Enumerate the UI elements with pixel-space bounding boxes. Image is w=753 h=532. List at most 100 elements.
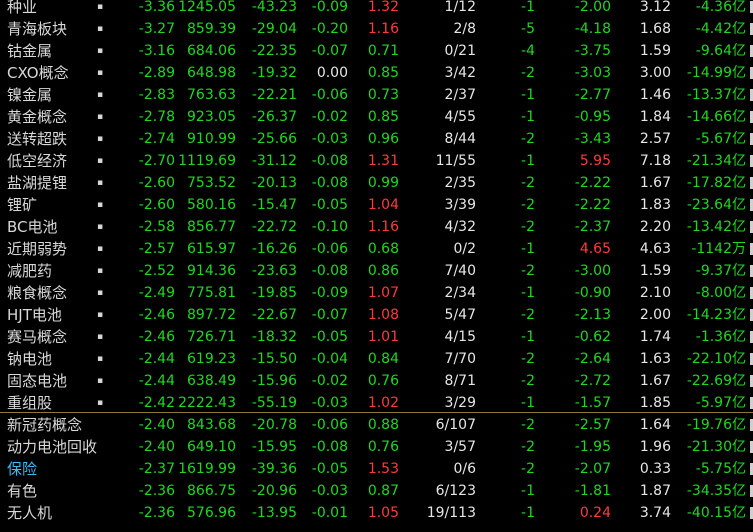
sector-name[interactable]: 赛马概念 bbox=[7, 326, 67, 348]
cell-up-down-count: 2/8 bbox=[453, 21, 476, 37]
sector-name[interactable]: 种业 bbox=[7, 0, 37, 18]
sector-name[interactable]: 固态电池 bbox=[7, 370, 67, 392]
table-row[interactable]: CXO概念 ▪ -2.89 648.98 -19.32 0.00 0.85 3/42 -2 -3.… bbox=[0, 62, 753, 84]
sector-name[interactable]: 动力电池回收 bbox=[7, 436, 97, 458]
sector-name[interactable]: 黄金概念 bbox=[7, 106, 67, 128]
cell-change-pct: -2.36 bbox=[138, 505, 175, 521]
sector-name[interactable]: 盐湖提锂 bbox=[7, 172, 67, 194]
cell-lead-change: -0.62 bbox=[574, 329, 611, 345]
cell-lead-rank: -2 bbox=[521, 461, 535, 477]
cell-lead-change: 5.95 bbox=[579, 153, 611, 169]
sector-name[interactable]: 近期弱势 bbox=[7, 238, 67, 260]
sector-name[interactable]: 青海板块 bbox=[7, 18, 67, 40]
table-row[interactable]: 黄金概念 ▪ -2.78 923.05 -26.37 -0.02 0.85 4/55 -1 -0.… bbox=[0, 106, 753, 128]
cell-change: -29.04 bbox=[251, 21, 297, 37]
table-row[interactable]: 赛马概念 ▪ -2.46 726.71 -18.32 -0.05 1.01 4/15 -1 -0.… bbox=[0, 326, 753, 348]
cell-price: 619.23 bbox=[187, 351, 236, 367]
sector-name[interactable]: 粮食概念 bbox=[7, 282, 67, 304]
cell-change-pct: -2.42 bbox=[138, 395, 175, 411]
cell-lead-change: -2.00 bbox=[574, 0, 611, 15]
sector-name[interactable]: 低空经济 bbox=[7, 150, 67, 172]
cell-net-inflow: -19.76亿 bbox=[686, 417, 746, 433]
table-row[interactable]: 粮食概念 ▪ -2.49 775.81 -19.85 -0.09 1.07 2/34 -1 -0.… bbox=[0, 282, 753, 304]
cell-change: -20.78 bbox=[251, 417, 297, 433]
table-row[interactable]: 钠电池 ▪ -2.44 619.23 -15.50 -0.04 0.84 7/70 -2 -2.6… bbox=[0, 348, 753, 370]
cell-turnover: 1.46 bbox=[639, 87, 671, 103]
cell-up-down-count: 2/37 bbox=[444, 87, 476, 103]
cell-lead-change: -2.64 bbox=[574, 351, 611, 367]
cell-turnover: 1.59 bbox=[639, 43, 671, 59]
table-row[interactable]: 钴金属 ▪ -3.16 684.06 -22.35 -0.07 0.71 0/21 -4 -3.7… bbox=[0, 40, 753, 62]
cell-change: -55.19 bbox=[251, 395, 297, 411]
row-marker-icon: ▪ bbox=[97, 222, 104, 232]
row-marker-icon: ▪ bbox=[97, 332, 104, 342]
cell-volume-ratio: 0.96 bbox=[367, 131, 399, 147]
cell-up-down-count: 7/70 bbox=[444, 351, 476, 367]
sector-name[interactable]: 无人机 bbox=[7, 502, 52, 524]
table-row[interactable]: 固态电池 ▪ -2.44 638.49 -15.96 -0.02 0.76 8/71 -2 -2.… bbox=[0, 370, 753, 392]
sector-name[interactable]: 钠电池 bbox=[7, 348, 52, 370]
cell-lead-change: -2.22 bbox=[574, 175, 611, 191]
table-row[interactable]: 送转超跌 ▪ -2.74 910.99 -25.66 -0.03 0.96 8/44 -2 -3.… bbox=[0, 128, 753, 150]
sector-name[interactable]: 保险 bbox=[7, 458, 37, 480]
cell-change: -16.26 bbox=[251, 241, 297, 257]
sector-name[interactable]: BC电池 bbox=[7, 216, 58, 238]
cell-lead-rank: -2 bbox=[521, 417, 535, 433]
sector-name[interactable]: 有色 bbox=[7, 480, 37, 502]
cell-speed: -0.09 bbox=[311, 285, 348, 301]
table-row[interactable]: 低空经济 ▪ -2.70 1119.69 -31.12 -0.08 1.31 11/55 -1 5… bbox=[0, 150, 753, 172]
cell-up-down-count: 6/123 bbox=[435, 483, 476, 499]
cell-volume-ratio: 0.84 bbox=[367, 351, 399, 367]
cell-lead-change: -1.81 bbox=[574, 483, 611, 499]
sector-name[interactable]: CXO概念 bbox=[7, 62, 69, 84]
cell-up-down-count: 3/57 bbox=[444, 439, 476, 455]
table-row[interactable]: 近期弱势 ▪ -2.57 615.97 -16.26 -0.06 0.68 0/2 -1 4.65… bbox=[0, 238, 753, 260]
sector-name[interactable]: 镍金属 bbox=[7, 84, 52, 106]
cell-turnover: 2.00 bbox=[639, 307, 671, 323]
cell-change: -43.23 bbox=[251, 0, 297, 15]
cell-speed: -0.08 bbox=[311, 263, 348, 279]
sector-name[interactable]: 钴金属 bbox=[7, 40, 52, 62]
sector-name[interactable]: HJT电池 bbox=[7, 304, 62, 326]
sector-name[interactable]: 锂矿 bbox=[7, 194, 37, 216]
cell-change: -15.50 bbox=[251, 351, 297, 367]
cell-lead-rank: -1 bbox=[521, 285, 535, 301]
cell-net-inflow: -8.00亿 bbox=[695, 285, 746, 301]
cell-net-inflow: -23.64亿 bbox=[686, 197, 746, 213]
cell-up-down-count: 8/71 bbox=[444, 373, 476, 389]
table-row[interactable]: 重组股 ▪ -2.42 2222.43 -55.19 -0.03 1.02 3/29 -1 -1.… bbox=[0, 392, 753, 414]
row-marker-icon: ▪ bbox=[97, 244, 104, 254]
table-row[interactable]: 盐湖提锂 ▪ -2.60 753.52 -20.13 -0.08 0.99 2/35 -2 -2.… bbox=[0, 172, 753, 194]
sector-name[interactable]: 减肥药 bbox=[7, 260, 52, 282]
cell-lead-rank: -2 bbox=[521, 219, 535, 235]
row-marker-icon: ▪ bbox=[97, 398, 104, 408]
sector-name[interactable]: 重组股 bbox=[7, 392, 52, 414]
table-row[interactable]: 减肥药 ▪ -2.52 914.36 -23.63 -0.08 0.86 7/40 -2 -3.0… bbox=[0, 260, 753, 282]
cell-volume-ratio: 1.16 bbox=[367, 21, 399, 37]
table-row[interactable]: 有色 -2.36 866.75 -20.96 -0.03 0.87 6/123 -1 -1.81… bbox=[0, 480, 753, 502]
sector-quote-table: 种业 ▪ -3.36 1245.05 -43.23 -0.09 1.32 1/12 -1 -2.0… bbox=[0, 0, 753, 532]
sector-name[interactable]: 送转超跌 bbox=[7, 128, 67, 150]
table-row[interactable]: 保险 -2.37 1619.99 -39.36 -0.05 1.53 0/6 -2 -2.07 0… bbox=[0, 458, 753, 480]
cell-lead-change: -2.77 bbox=[574, 87, 611, 103]
cell-volume-ratio: 0.76 bbox=[367, 373, 399, 389]
cell-turnover: 3.00 bbox=[639, 65, 671, 81]
cell-lead-change: -2.57 bbox=[574, 417, 611, 433]
table-row[interactable]: 无人机 -2.36 576.96 -13.95 -0.01 1.05 19/113 -1 0.2… bbox=[0, 502, 753, 524]
table-row[interactable]: HJT电池 ▪ -2.46 897.72 -22.67 -0.07 1.08 5/47 -2 -2… bbox=[0, 304, 753, 326]
table-row[interactable]: 青海板块 ▪ -3.27 859.39 -29.04 -0.20 1.16 2/8 -5 -4.1… bbox=[0, 18, 753, 40]
table-row[interactable]: 种业 ▪ -3.36 1245.05 -43.23 -0.09 1.32 1/12 -1 -2.0… bbox=[0, 0, 753, 18]
cell-up-down-count: 8/44 bbox=[444, 131, 476, 147]
cell-lead-rank: -2 bbox=[521, 197, 535, 213]
cell-volume-ratio: 1.05 bbox=[367, 505, 399, 521]
cell-volume-ratio: 0.88 bbox=[367, 417, 399, 433]
cell-net-inflow: -9.37亿 bbox=[695, 263, 746, 279]
table-row[interactable]: BC电池 ▪ -2.58 856.77 -22.72 -0.10 1.16 4/32 -2 -2.… bbox=[0, 216, 753, 238]
cell-lead-change: -2.13 bbox=[574, 307, 611, 323]
table-row[interactable]: 镍金属 ▪ -2.83 763.63 -22.21 -0.06 0.73 2/37 -1 -2.7… bbox=[0, 84, 753, 106]
sector-name[interactable]: 新冠药概念 bbox=[7, 414, 82, 436]
cell-net-inflow: -14.99亿 bbox=[686, 65, 746, 81]
table-row[interactable]: 动力电池回收 -2.40 649.10 -15.95 -0.08 0.76 3/57 -2 -1… bbox=[0, 436, 753, 458]
table-row[interactable]: 新冠药概念 -2.40 843.68 -20.78 -0.06 0.88 6/107 -2 -2… bbox=[0, 414, 753, 436]
table-row[interactable]: 锂矿 ▪ -2.60 580.16 -15.47 -0.05 1.04 3/39 -2 -2.22… bbox=[0, 194, 753, 216]
